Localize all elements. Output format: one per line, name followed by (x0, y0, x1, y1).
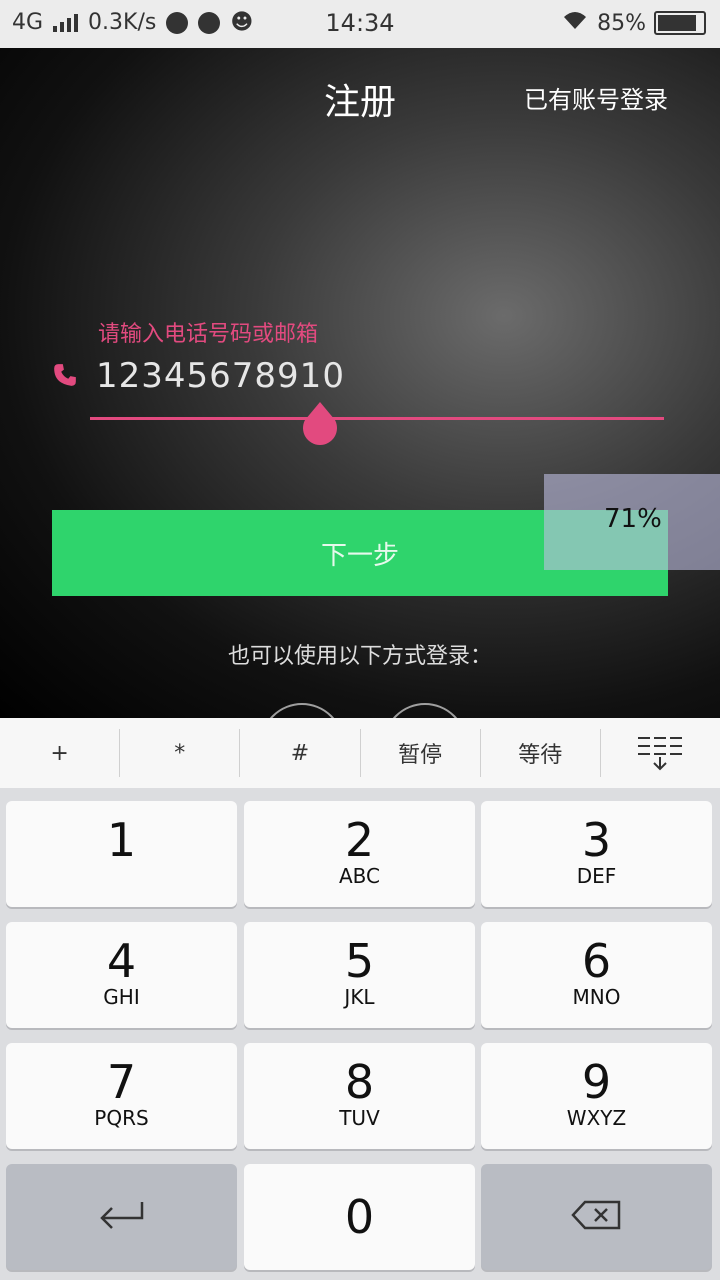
wifi-icon (561, 10, 589, 36)
key-9-letters: WXYZ (566, 1106, 627, 1130)
key-3[interactable]: 3 DEF (481, 801, 712, 907)
status-right: 85% (561, 10, 706, 36)
key-6-letters: MNO (572, 985, 621, 1009)
key-6-number: 6 (581, 934, 612, 988)
toolbar-hash[interactable]: # (240, 729, 361, 777)
key-7[interactable]: 7 PQRS (6, 1043, 237, 1149)
hide-keyboard-icon[interactable] (601, 729, 720, 777)
key-2-letters: ABC (338, 864, 380, 888)
battery-percent: 85% (597, 10, 646, 36)
toolbar-pause[interactable]: 暂停 (361, 729, 481, 777)
key-0[interactable]: 0 (244, 1164, 475, 1270)
backspace-icon (570, 1200, 620, 1230)
key-8-letters: TUV (339, 1106, 380, 1130)
progress-overlay: 71% (544, 474, 720, 570)
key-6[interactable]: 6 MNO (481, 922, 712, 1028)
input-underline (90, 417, 664, 420)
progress-text: 71% (604, 504, 662, 534)
numeric-keyboard: + * # 暂停 等待 1 2 ABC 3 DEF 4 GHI 5 JKL 6 … (0, 718, 720, 1280)
key-3-letters: DEF (576, 864, 617, 888)
key-5-letters: JKL (344, 985, 375, 1009)
cursor-handle-icon[interactable] (301, 402, 339, 450)
battery-icon (654, 11, 706, 35)
key-2-number: 2 (344, 813, 375, 867)
register-panel: 注册 已有账号登录 请输入电话号码或邮箱 12345678910 下一步 71%… (0, 48, 720, 718)
backspace-key[interactable] (481, 1164, 712, 1270)
phone-input[interactable]: 12345678910 (96, 356, 345, 396)
phone-input-label: 请输入电话号码或邮箱 (98, 322, 319, 347)
alt-login-option-1[interactable] (260, 703, 344, 718)
enter-key[interactable] (6, 1164, 237, 1270)
key-5[interactable]: 5 JKL (244, 922, 475, 1028)
key-4-letters: GHI (103, 985, 140, 1009)
key-5-number: 5 (344, 934, 375, 988)
key-2[interactable]: 2 ABC (244, 801, 475, 907)
key-8-number: 8 (344, 1055, 375, 1109)
alt-login-option-2[interactable] (383, 703, 467, 718)
key-3-number: 3 (581, 813, 612, 867)
toolbar-plus[interactable]: + (0, 729, 121, 777)
key-8[interactable]: 8 TUV (244, 1043, 475, 1149)
status-bar: 4G 0.3K/s ☻ 14:34 85% (0, 0, 720, 48)
toolbar-wait[interactable]: 等待 (481, 729, 601, 777)
key-4[interactable]: 4 GHI (6, 922, 237, 1028)
key-7-number: 7 (106, 1055, 137, 1109)
alt-login-text: 也可以使用以下方式登录： (227, 644, 492, 669)
key-4-number: 4 (106, 934, 137, 988)
phone-icon (54, 364, 76, 386)
key-7-letters: PQRS (94, 1106, 149, 1130)
key-9[interactable]: 9 WXYZ (481, 1043, 712, 1149)
key-1-number: 1 (106, 813, 137, 867)
key-0-number: 0 (344, 1190, 375, 1244)
toolbar-star[interactable]: * (120, 729, 241, 777)
enter-icon (99, 1202, 143, 1229)
login-link[interactable]: 已有账号登录 (524, 80, 668, 115)
keyboard-toolbar: + * # 暂停 等待 (0, 718, 720, 788)
key-9-number: 9 (581, 1055, 612, 1109)
key-1[interactable]: 1 (6, 801, 237, 907)
